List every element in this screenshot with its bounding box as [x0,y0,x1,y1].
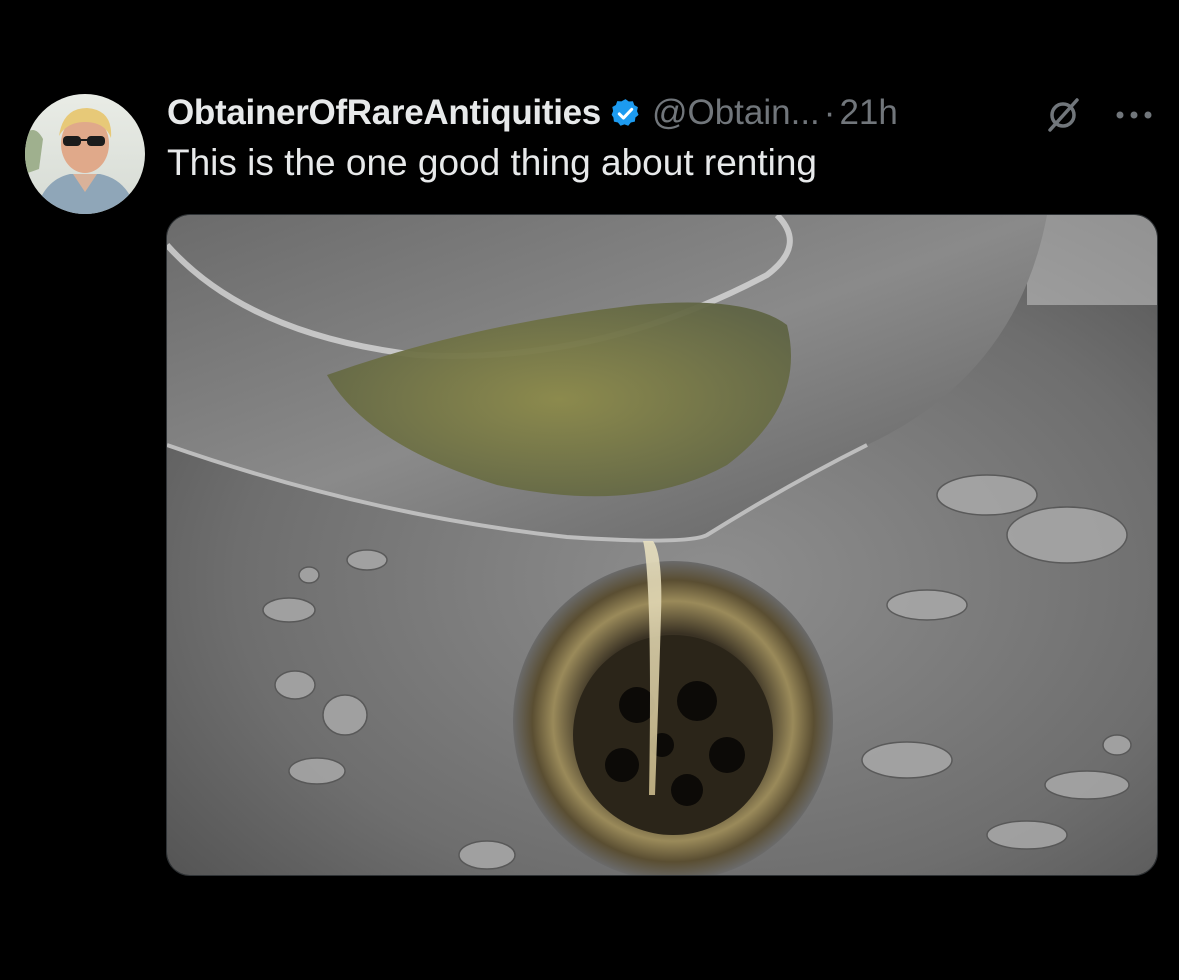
more-options-icon[interactable] [1112,100,1156,130]
tweet-header: ObtainerOfRareAntiquities @Obtain... · 2… [167,88,1167,138]
avatar[interactable] [25,94,145,214]
tweet-photo[interactable] [166,214,1158,876]
separator-dot: · [823,93,836,132]
display-name[interactable]: ObtainerOfRareAntiquities [167,93,601,133]
timestamp[interactable]: 21h [839,93,897,133]
tweet[interactable]: ObtainerOfRareAntiquities @Obtain... · 2… [0,0,1179,980]
verified-badge-icon[interactable] [609,97,642,130]
grok-icon[interactable] [1044,96,1082,134]
handle[interactable]: @Obtain... [652,93,820,133]
tweet-text: This is the one good thing about renting [167,142,818,183]
